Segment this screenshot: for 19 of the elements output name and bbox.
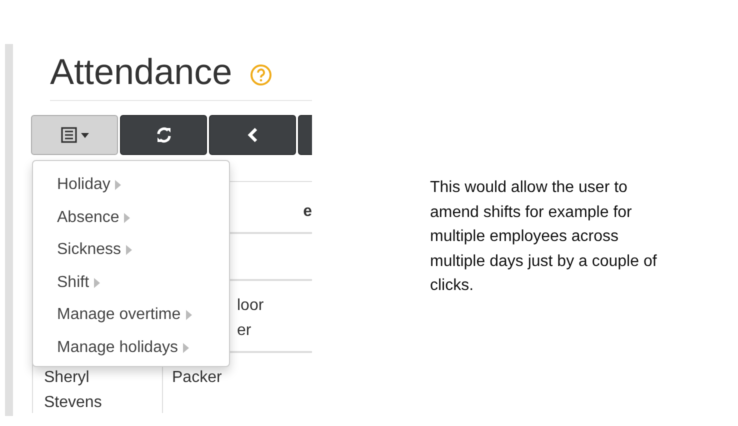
menu-item[interactable]: Absence [57,208,120,227]
refresh-icon [154,126,172,144]
column-header: e [303,203,312,220]
menu-item[interactable]: Sickness [57,241,122,260]
list-icon [60,127,76,143]
page-title: Attendance [50,52,232,92]
table-cell-text: loor er [237,296,265,341]
menu-item[interactable]: Manage overtime [57,306,181,324]
caret-icon [80,132,88,138]
menu-item[interactable]: Manage holidays [57,338,178,357]
toolbar-button[interactable] [31,115,118,155]
table-cell-text: Sheryl Stevens [44,368,103,413]
menu-item[interactable]: Holiday [57,176,110,194]
chevron-left-icon [246,127,258,143]
table-cell-text: Packer [172,368,223,388]
help-icon[interactable] [250,64,272,86]
toolbar-button[interactable] [120,115,207,155]
annotation-text: This would allow the user to amend shifts for example for multiple employees across multiple days just by a couple of clicks. [430,178,658,296]
menu-item[interactable]: Shift [57,274,90,292]
